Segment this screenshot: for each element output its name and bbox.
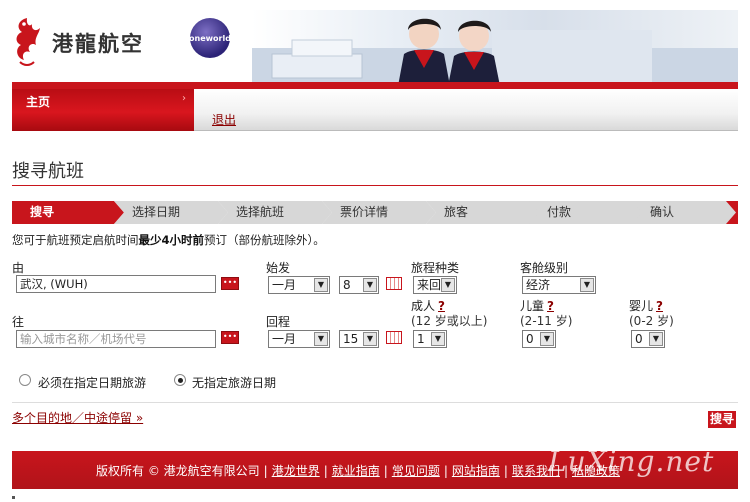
adult-count-value: 1	[417, 332, 425, 346]
divider	[12, 185, 738, 186]
chevron-down-icon: ▼	[431, 332, 445, 346]
footer-link-faq[interactable]: 常见问题	[392, 464, 440, 478]
origin-label: 由	[12, 261, 25, 275]
fixed-dates-radio[interactable]	[19, 374, 31, 386]
notice-bold: 最少4小时前	[138, 233, 205, 247]
chevron-down-icon: ▼	[363, 332, 377, 346]
origin-input[interactable]: 武汉, (WUH)	[16, 275, 216, 293]
destination-label: 往	[12, 315, 25, 329]
infant-age-range: (0-2 岁)	[629, 314, 674, 328]
return-day-value: 15	[343, 332, 359, 346]
subnav-bar	[194, 89, 738, 131]
step-fare-details: 票价详情	[322, 201, 436, 224]
return-day-select[interactable]: 15 ▼	[339, 330, 379, 348]
trip-type-select[interactable]: 来回 ▼	[413, 276, 457, 294]
dragon-logo-icon	[12, 14, 42, 68]
return-month-value: 一月	[272, 332, 297, 346]
adult-label-text: 成人	[411, 299, 436, 313]
destination-input[interactable]: 输入城市名称／机场代号	[16, 330, 216, 348]
watermark: LuXing.net	[548, 445, 715, 478]
calendar-icon[interactable]	[386, 277, 402, 290]
chevron-right-icon: ›	[182, 93, 186, 104]
footer-link-dragonair-world[interactable]: 港龙世界	[272, 464, 320, 478]
step-passengers: 旅客	[426, 201, 540, 224]
search-button[interactable]: 搜寻	[708, 411, 736, 428]
help-icon[interactable]: ?	[438, 299, 445, 313]
adult-age-range: (12 岁或以上)	[411, 314, 488, 328]
page-title: 搜寻航班	[12, 161, 84, 182]
header-accent-bar	[12, 82, 738, 89]
child-label-text: 儿童	[520, 299, 545, 313]
copyright-text: 版权所有 © 港龙航空有限公司	[96, 464, 260, 478]
header-banner-image	[252, 10, 738, 86]
depart-label: 始发	[266, 261, 291, 275]
cabin-class-value: 经济	[526, 278, 551, 292]
chevron-down-icon: ▼	[540, 332, 554, 346]
divider	[12, 402, 738, 403]
step-select-flight: 选择航班	[218, 201, 332, 224]
flexible-dates-label[interactable]: 无指定旅游日期	[192, 374, 276, 391]
step-select-date: 选择日期	[114, 201, 228, 224]
return-month-select[interactable]: 一月 ▼	[268, 330, 330, 348]
chevron-down-icon: ▼	[314, 332, 328, 346]
adult-count-select[interactable]: 1 ▼	[413, 330, 447, 348]
chevron-down-icon: ▼	[580, 278, 594, 292]
logout-link[interactable]: 退出	[212, 111, 236, 128]
footer-link-careers[interactable]: 就业指南	[332, 464, 380, 478]
nav-home-label[interactable]: 主页	[26, 93, 50, 110]
depart-day-value: 8	[343, 278, 351, 292]
depart-month-select[interactable]: 一月 ▼	[268, 276, 330, 294]
child-age-range: (2-11 岁)	[520, 314, 573, 328]
child-count-select[interactable]: 0 ▼	[522, 330, 556, 348]
cabin-class-label: 客舱级别	[520, 261, 569, 275]
step-search: 搜寻	[12, 201, 124, 224]
booking-steps: 搜寻 选择日期 选择航班 票价详情 旅客 付款 确认	[12, 201, 738, 224]
infant-count-value: 0	[635, 332, 643, 346]
trip-type-label: 旅程种类	[411, 261, 460, 275]
calendar-icon[interactable]	[386, 331, 402, 344]
city-list-icon[interactable]: •••	[221, 331, 239, 344]
brand-name: 港龍航空	[52, 32, 144, 56]
multi-city-link[interactable]: 多个目的地／中途停留 »	[12, 409, 143, 426]
notice-prefix: 您可于航班预定启航时间	[12, 233, 139, 247]
footer-link-site-guide[interactable]: 网站指南	[452, 464, 500, 478]
trip-type-value: 来回	[417, 278, 442, 292]
oneworld-logo: oneworld	[189, 18, 231, 58]
chevron-down-icon: ▼	[314, 278, 328, 292]
notice-suffix: 预订（部份航班除外）。	[204, 233, 325, 247]
fixed-dates-label[interactable]: 必须在指定日期旅游	[38, 374, 146, 391]
city-list-icon[interactable]: •••	[221, 277, 239, 290]
cabin-class-select[interactable]: 经济 ▼	[522, 276, 596, 294]
step-payment: 付款	[529, 201, 643, 224]
return-label: 回程	[266, 315, 291, 329]
depart-day-select[interactable]: 8 ▼	[339, 276, 379, 294]
bottom-marker	[12, 496, 15, 499]
infant-count-select[interactable]: 0 ▼	[631, 330, 665, 348]
booking-notice: 您可于航班预定启航时间最少4小时前预订（部份航班除外）。	[12, 232, 325, 248]
flexible-dates-radio[interactable]	[174, 374, 186, 386]
chevron-down-icon: ▼	[441, 278, 455, 292]
footer-links: 版权所有 © 港龙航空有限公司 | 港龙世界 | 就业指南 | 常见问题 | 网站指南 | 联系我们…	[96, 464, 621, 478]
step-confirm: 确认	[632, 201, 738, 224]
help-icon[interactable]: ?	[656, 299, 663, 313]
help-icon[interactable]: ?	[547, 299, 554, 313]
chevron-down-icon: ▼	[649, 332, 663, 346]
depart-month-value: 一月	[272, 278, 297, 292]
chevron-down-icon: ▼	[363, 278, 377, 292]
child-count-value: 0	[526, 332, 534, 346]
infant-label-text: 婴儿	[629, 299, 654, 313]
